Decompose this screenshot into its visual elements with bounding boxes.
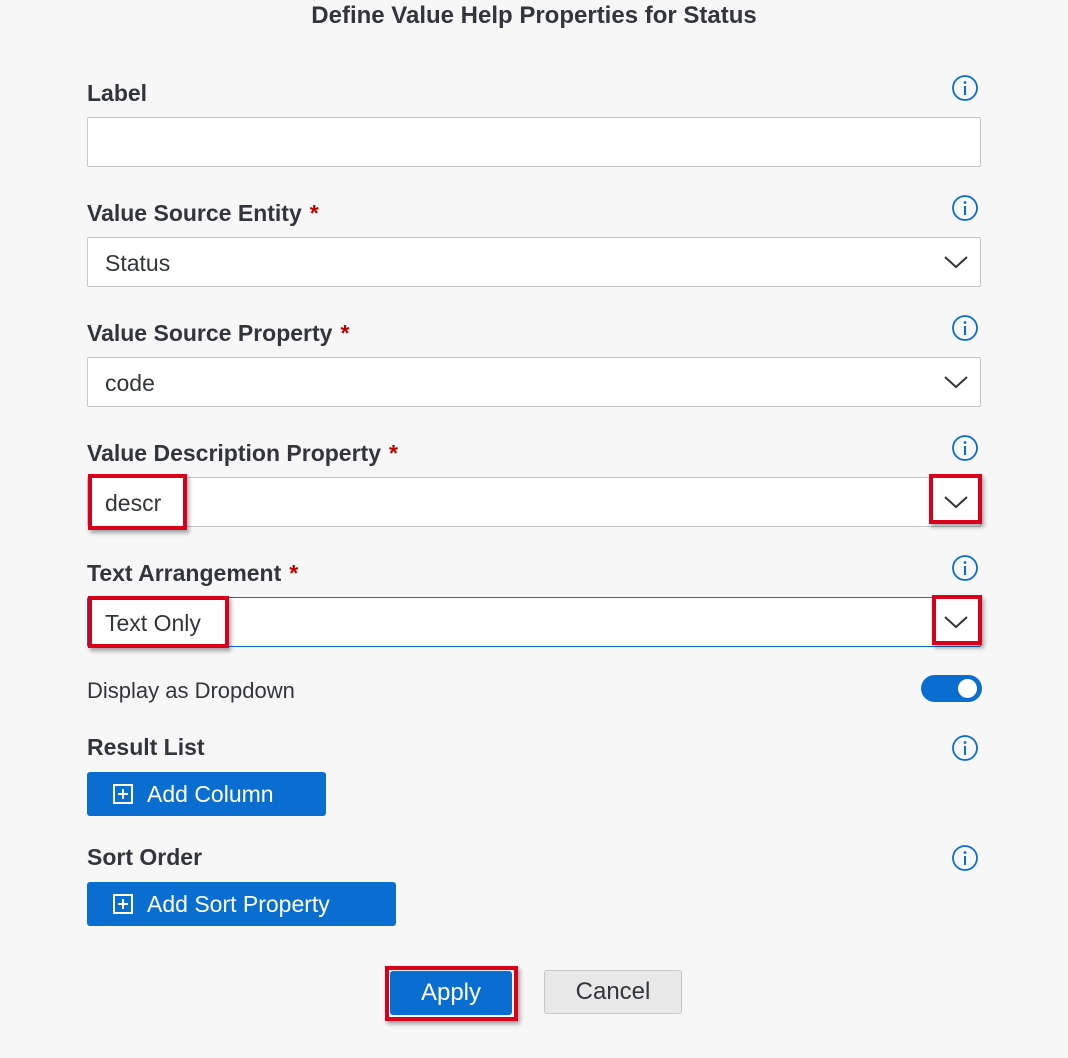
text-arrangement-value: Text Only bbox=[105, 610, 201, 636]
add-sort-property-label: Add Sort Property bbox=[147, 890, 330, 917]
add-column-label: Add Column bbox=[147, 780, 274, 807]
label-field-label: Label bbox=[87, 79, 147, 107]
sort-order-label: Sort Order bbox=[87, 844, 203, 870]
value-source-entity-label: Value Source Entity * bbox=[87, 199, 319, 227]
value-source-entity-value: Status bbox=[105, 250, 171, 276]
plus-square-icon bbox=[113, 894, 133, 914]
dialog-title: Define Value Help Properties for Status bbox=[311, 2, 757, 29]
info-icon[interactable] bbox=[951, 734, 979, 762]
required-marker: * bbox=[309, 200, 319, 226]
chevron-down-icon[interactable] bbox=[934, 240, 978, 284]
required-marker: * bbox=[388, 440, 398, 466]
value-source-property-label-text: Value Source Property bbox=[87, 320, 333, 346]
chevron-down-icon[interactable] bbox=[934, 360, 978, 404]
info-icon[interactable] bbox=[951, 844, 979, 872]
chevron-down-icon[interactable] bbox=[934, 480, 978, 524]
add-sort-property-button[interactable]: Add Sort Property bbox=[87, 882, 396, 926]
label-input[interactable] bbox=[87, 117, 981, 167]
result-list-label: Result List bbox=[87, 734, 205, 760]
value-source-entity-select[interactable]: Status bbox=[87, 237, 981, 287]
value-description-property-label-text: Value Description Property bbox=[87, 440, 381, 466]
cancel-button[interactable]: Cancel bbox=[544, 970, 682, 1014]
display-as-dropdown-toggle[interactable] bbox=[921, 675, 982, 702]
add-column-button[interactable]: Add Column bbox=[87, 772, 326, 816]
display-as-dropdown-label: Display as Dropdown bbox=[87, 678, 295, 703]
value-source-property-select[interactable]: code bbox=[87, 357, 981, 407]
text-arrangement-label: Text Arrangement * bbox=[87, 559, 298, 587]
info-icon[interactable] bbox=[951, 194, 979, 222]
info-icon[interactable] bbox=[951, 554, 979, 582]
chevron-down-icon[interactable] bbox=[934, 600, 978, 644]
required-marker: * bbox=[340, 320, 350, 346]
info-icon[interactable] bbox=[951, 74, 979, 102]
value-source-property-label: Value Source Property * bbox=[87, 319, 349, 347]
toggle-knob bbox=[958, 679, 977, 698]
plus-square-icon bbox=[113, 784, 133, 804]
info-icon[interactable] bbox=[951, 314, 979, 342]
required-marker: * bbox=[289, 560, 299, 586]
value-source-property-value: code bbox=[105, 370, 155, 396]
text-arrangement-select[interactable]: Text Only bbox=[87, 597, 981, 647]
info-icon[interactable] bbox=[951, 434, 979, 462]
value-description-property-label: Value Description Property * bbox=[87, 439, 398, 467]
label-text: Label bbox=[87, 80, 148, 106]
value-description-property-value: descr bbox=[105, 490, 162, 516]
value-description-property-select[interactable]: descr bbox=[87, 477, 981, 527]
apply-button[interactable]: Apply bbox=[390, 971, 512, 1015]
text-arrangement-label-text: Text Arrangement bbox=[87, 560, 282, 586]
value-source-entity-label-text: Value Source Entity bbox=[87, 200, 302, 226]
